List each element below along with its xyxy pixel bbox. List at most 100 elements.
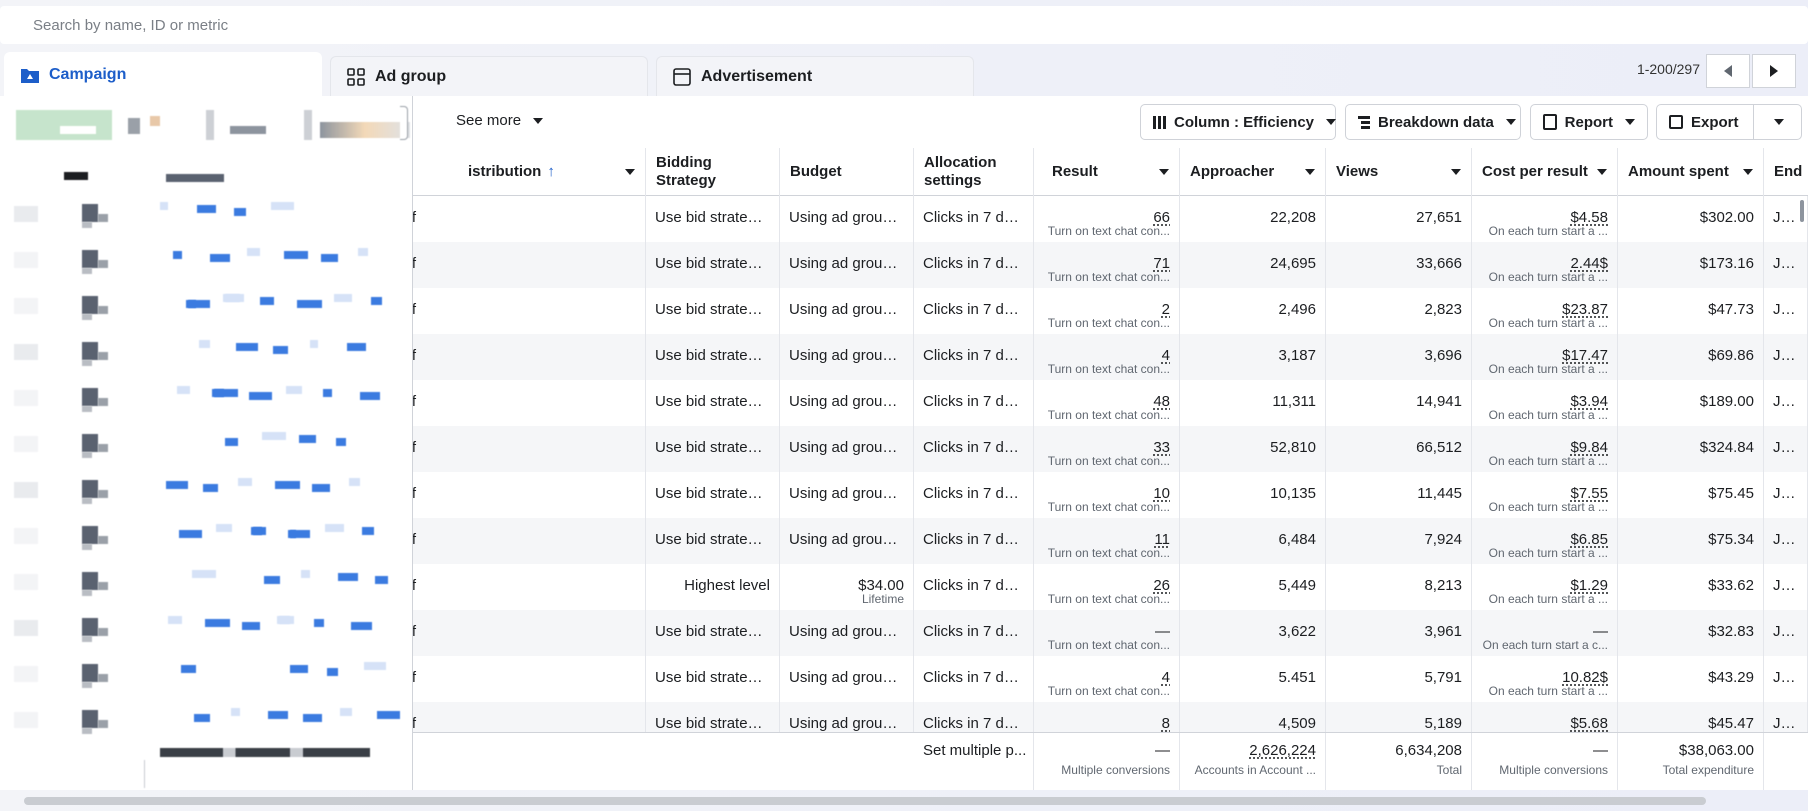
cell-value: Using ad group ... xyxy=(789,623,904,640)
cell-approacher: 52,810 xyxy=(1180,426,1326,472)
redacted-block xyxy=(14,344,38,360)
column-header-budget[interactable]: Budget xyxy=(780,148,914,196)
redacted-block xyxy=(362,527,374,535)
cell-value: ff xyxy=(413,393,636,410)
cell-value: $69.86 xyxy=(1708,347,1754,364)
export-button[interactable]: Export xyxy=(1656,104,1802,140)
redacted-block xyxy=(60,126,96,134)
redacted-block xyxy=(225,294,240,302)
report-button[interactable]: Report xyxy=(1530,104,1648,140)
column-header-cost-per-result[interactable]: Cost per result xyxy=(1472,148,1618,196)
cell-value: $33.62 xyxy=(1708,577,1754,594)
next-page-button[interactable] xyxy=(1752,54,1796,88)
cell-dist: ff xyxy=(413,380,646,426)
cell-value: Use bid strategi... xyxy=(655,301,770,318)
redacted-block xyxy=(82,526,98,544)
cell-budget: $34.00 Lifetime xyxy=(780,564,914,610)
column-preset-button[interactable]: Column : Efficiency xyxy=(1140,104,1337,140)
tab-ad-group[interactable]: Ad group xyxy=(330,56,648,96)
redacted-block xyxy=(14,712,38,728)
see-more-button[interactable]: See more xyxy=(456,112,544,129)
cell-subtext: On each turn start a c... xyxy=(1482,638,1608,652)
cell-value: Using ad group ... xyxy=(789,393,904,410)
cell-value: 10,135 xyxy=(1270,485,1316,502)
redacted-block xyxy=(371,297,382,305)
cell-value: Janu xyxy=(1773,347,1798,364)
cell-subtext: Lifetime xyxy=(861,592,904,606)
redacted-block xyxy=(194,714,210,722)
cell-end: Janu xyxy=(1764,564,1808,610)
export-dropdown-icon[interactable] xyxy=(1774,119,1784,125)
cell-value: ff xyxy=(413,209,636,226)
cell-value: 5,449 xyxy=(1278,577,1316,594)
cell-result: 10 Turn on text chat con... xyxy=(1034,472,1180,518)
tab-campaign[interactable]: Campaign xyxy=(4,52,322,96)
breakdown-button[interactable]: Breakdown data xyxy=(1345,104,1521,140)
horizontal-scrollbar[interactable] xyxy=(24,797,1706,805)
cell-subtext: Turn on text chat con... xyxy=(1047,270,1170,284)
cell-value: Clicks in 7 day... xyxy=(923,439,1024,456)
column-header-label: Budget xyxy=(790,163,842,180)
cell-budget: Using ad group ... xyxy=(780,426,914,472)
cell-value: ff xyxy=(413,531,636,548)
redacted-block xyxy=(128,118,140,134)
cell-value: Highest level xyxy=(684,577,770,594)
cell-budget: Using ad group ... xyxy=(780,472,914,518)
cell-result: 4 Turn on text chat con... xyxy=(1034,656,1180,702)
redacted-block xyxy=(225,438,238,446)
cell-end: Janu xyxy=(1764,242,1808,288)
column-header-result[interactable]: Result xyxy=(1034,148,1180,196)
cell-subtext: Turn on text chat con... xyxy=(1047,408,1170,422)
redacted-block xyxy=(98,306,108,314)
cell-views: 2,823 xyxy=(1326,288,1472,334)
cell-spent: $47.73 xyxy=(1618,288,1764,334)
totals-value: — xyxy=(1593,742,1608,759)
pagination-range: 1-200/297 xyxy=(1636,61,1700,77)
cell-alloc: Clicks in 7 day... xyxy=(914,472,1034,518)
chevron-down-icon xyxy=(1625,119,1635,125)
redacted-block xyxy=(231,708,240,716)
search-input[interactable]: Search by name, ID or metric xyxy=(0,6,1808,44)
cell-end: Janu xyxy=(1764,610,1808,656)
cell-value: Janu xyxy=(1773,577,1798,594)
redacted-block xyxy=(320,122,410,138)
cell-result: 2 Turn on text chat con... xyxy=(1034,288,1180,334)
column-header-approacher[interactable]: Approacher xyxy=(1180,148,1326,196)
cell-value: 24,695 xyxy=(1270,255,1316,272)
vertical-scrollbar[interactable] xyxy=(1800,200,1804,222)
column-header-allocation[interactable]: Allocation settings xyxy=(914,148,1034,196)
redacted-block xyxy=(325,524,344,532)
cell-subtext: On each turn start a ... xyxy=(1488,684,1608,698)
cell-value: 7,924 xyxy=(1424,531,1462,548)
cell-views: 3,696 xyxy=(1326,334,1472,380)
redacted-block xyxy=(284,251,308,259)
column-header-views[interactable]: Views xyxy=(1326,148,1472,196)
redacted-block xyxy=(82,250,98,268)
cell-cpr: $9.84 On each turn start a ... xyxy=(1472,426,1618,472)
cell-value: Using ad group ... xyxy=(789,669,904,686)
column-header-distribution[interactable]: istribution ↑ xyxy=(413,148,646,196)
cell-value: ff xyxy=(413,577,636,594)
tab-advertisement[interactable]: Advertisement xyxy=(656,56,974,96)
redacted-block xyxy=(303,714,322,722)
redacted-block xyxy=(205,619,230,627)
cell-dist: ff xyxy=(413,610,646,656)
column-header-bidding[interactable]: Bidding Strategy xyxy=(646,148,780,196)
redacted-block xyxy=(98,628,108,636)
redacted-block xyxy=(377,711,400,719)
totals-sub: Multiple conversions xyxy=(1499,763,1608,777)
redacted-block xyxy=(98,536,108,544)
cell-subtext: On each turn start a ... xyxy=(1488,500,1608,514)
cell-bid: Use bid strategi... xyxy=(646,242,780,288)
cell-spent: $69.86 xyxy=(1618,334,1764,380)
cell-value: Clicks in 7 day... xyxy=(923,255,1024,272)
cell-value: 4,509 xyxy=(1278,715,1316,732)
cell-cpr: $17.47 On each turn start a ... xyxy=(1472,334,1618,380)
cell-subtext: Turn on text chat con... xyxy=(1047,684,1170,698)
prev-page-button[interactable] xyxy=(1706,54,1750,88)
redacted-block xyxy=(297,300,322,308)
totals-sub: Total expenditure xyxy=(1662,763,1754,777)
column-header-end[interactable]: End xyxy=(1764,148,1808,196)
column-header-amount-spent[interactable]: Amount spent xyxy=(1618,148,1764,196)
totals-sub: Accounts in Account ... xyxy=(1194,763,1316,777)
